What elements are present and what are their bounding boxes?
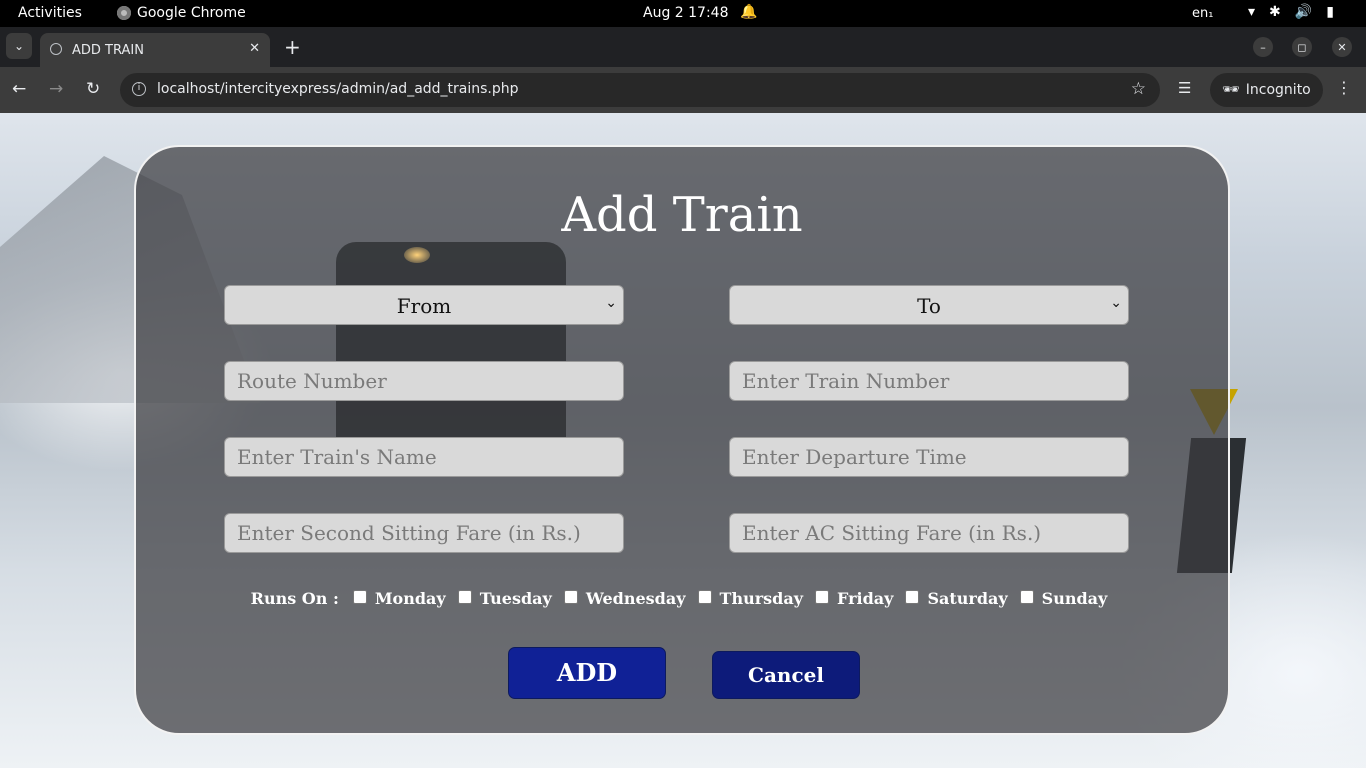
cancel-button[interactable]: Cancel	[712, 651, 860, 699]
forward-button[interactable]: →	[49, 79, 63, 99]
tab-add-train[interactable]: ADD TRAIN ✕	[40, 33, 270, 67]
train-number-field[interactable]	[729, 361, 1129, 401]
route-number-field[interactable]	[224, 361, 624, 401]
page-background: Add Train From ⌄ To ⌄ Runs On :	[0, 113, 1366, 768]
train-number-input[interactable]	[730, 362, 1128, 400]
train-image	[336, 242, 566, 442]
add-button[interactable]: ADD	[508, 647, 666, 699]
route-number-input[interactable]	[225, 362, 623, 400]
bluetooth-icon: ✱	[1269, 4, 1281, 20]
tab-title: ADD TRAIN	[72, 43, 144, 58]
bookmark-star-icon[interactable]: ☆	[1131, 79, 1146, 99]
incognito-label: Incognito	[1245, 82, 1311, 98]
sunday-label: Sunday	[1041, 589, 1108, 608]
address-bar[interactable]: i localhost/intercityexpress/admin/ad_ad…	[120, 73, 1160, 107]
runs-on-row: Runs On : Monday Tuesday Wednesday Thurs…	[136, 589, 1228, 608]
add-train-form-card: Add Train From ⌄ To ⌄ Runs On :	[134, 145, 1230, 735]
chevron-down-icon: ⌄	[1110, 295, 1122, 311]
ac-sitting-fare-field[interactable]	[729, 513, 1129, 553]
volume-icon: 🔊	[1294, 4, 1313, 20]
ac-sitting-fare-input[interactable]	[730, 514, 1128, 552]
new-tab-button[interactable]: +	[284, 35, 301, 59]
sunday-checkbox[interactable]	[1019, 589, 1034, 604]
battery-icon: ▮	[1326, 4, 1334, 20]
train-headlight-image	[404, 247, 430, 263]
activities-button[interactable]: Activities	[18, 5, 82, 21]
chevron-down-icon: ⌄	[13, 39, 25, 53]
saturday-checkbox[interactable]	[905, 589, 920, 604]
friday-label: Friday	[837, 589, 894, 608]
minimize-button[interactable]: –	[1253, 37, 1273, 57]
globe-icon	[50, 43, 62, 55]
system-top-bar: Activities Google Chrome Aug 2 17:48 🔔 e…	[0, 0, 1366, 27]
friday-checkbox[interactable]	[815, 589, 829, 604]
departure-time-field[interactable]	[729, 437, 1129, 477]
site-info-icon[interactable]: i	[132, 82, 146, 96]
system-tray[interactable]: ▾ ✱ 🔊 ▮	[1248, 4, 1334, 20]
thursday-label: Thursday	[719, 589, 803, 608]
chrome-icon	[117, 6, 131, 20]
second-sitting-fare-input[interactable]	[225, 514, 623, 552]
thursday-checkbox[interactable]	[697, 589, 712, 604]
input-language[interactable]: en₁	[1192, 6, 1213, 21]
media-control-icon[interactable]: ☰	[1178, 79, 1191, 97]
back-button[interactable]: ←	[12, 79, 26, 99]
wednesday-label: Wednesday	[585, 589, 686, 608]
page-title: Add Train	[561, 187, 803, 243]
tab-strip: ⌄ ADD TRAIN ✕ + – ◻ ✕	[0, 27, 1366, 67]
runs-on-label: Runs On :	[250, 589, 339, 608]
train-name-input[interactable]	[225, 438, 623, 476]
tuesday-checkbox[interactable]	[457, 589, 472, 604]
maximize-button[interactable]: ◻	[1292, 37, 1312, 57]
saturday-label: Saturday	[927, 589, 1008, 608]
second-sitting-fare-field[interactable]	[224, 513, 624, 553]
monday-label: Monday	[374, 589, 446, 608]
wifi-icon: ▾	[1248, 4, 1256, 20]
departure-time-input[interactable]	[730, 438, 1128, 476]
to-station-select[interactable]: To ⌄	[729, 285, 1129, 325]
wednesday-checkbox[interactable]	[563, 589, 578, 604]
chevron-down-icon: ⌄	[605, 295, 617, 311]
app-menu[interactable]: Google Chrome	[117, 5, 246, 21]
incognito-icon: 🕶	[1222, 82, 1240, 98]
to-select-value: To	[917, 294, 941, 318]
from-select-value: From	[396, 294, 452, 318]
incognito-indicator[interactable]: 🕶 Incognito	[1210, 73, 1323, 107]
close-window-button[interactable]: ✕	[1332, 37, 1352, 57]
url-text[interactable]: localhost/intercityexpress/admin/ad_add_…	[157, 81, 519, 97]
browser-toolbar: ← → ↻ i localhost/intercityexpress/admin…	[0, 67, 1366, 113]
bell-icon: 🔔	[740, 4, 758, 20]
close-tab-icon[interactable]: ✕	[249, 41, 260, 56]
train-name-field[interactable]	[224, 437, 624, 477]
tab-search-button[interactable]: ⌄	[6, 33, 32, 59]
reload-button[interactable]: ↻	[86, 79, 100, 99]
tuesday-label: Tuesday	[479, 589, 552, 608]
menu-dots-icon[interactable]: ⋮	[1336, 78, 1352, 97]
app-name: Google Chrome	[137, 5, 246, 21]
from-station-select[interactable]: From ⌄	[224, 285, 624, 325]
clock[interactable]: Aug 2 17:48	[643, 5, 729, 21]
monday-checkbox[interactable]	[352, 589, 367, 604]
